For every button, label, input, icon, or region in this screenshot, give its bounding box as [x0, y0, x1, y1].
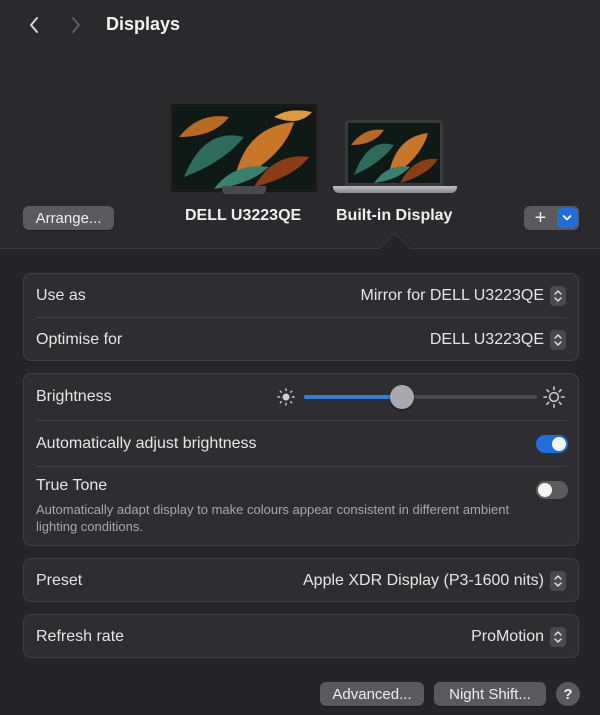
add-display-control[interactable]: +: [524, 206, 579, 230]
brightness-slider[interactable]: [304, 385, 537, 409]
up-down-chevron-icon: [550, 571, 566, 591]
true-tone-description: Automatically adapt display to make colo…: [36, 502, 510, 534]
optimise-for-select[interactable]: DELL U3223QE: [430, 330, 566, 350]
help-button[interactable]: ?: [556, 682, 580, 706]
refresh-rate-row: Refresh rate ProMotion: [24, 615, 580, 659]
external-display-stand: [222, 186, 266, 194]
up-down-chevron-icon: [550, 627, 566, 647]
preset-value: Apple XDR Display (P3-1600 nits): [303, 572, 544, 589]
preset-select[interactable]: Apple XDR Display (P3-1600 nits): [303, 571, 566, 591]
use-as-select[interactable]: Mirror for DELL U3223QE: [361, 286, 566, 306]
use-as-label: Use as: [36, 287, 86, 304]
page-title: Displays: [106, 14, 181, 34]
arrange-button[interactable]: Arrange...: [23, 206, 114, 230]
optimise-for-label: Optimise for: [36, 331, 123, 348]
chevron-down-icon: [562, 215, 572, 221]
chevron-right-icon: [72, 17, 80, 33]
auto-brightness-toggle[interactable]: [536, 435, 568, 453]
toggle-knob: [538, 483, 552, 497]
preset-row: Preset Apple XDR Display (P3-1600 nits): [24, 559, 580, 603]
chevron-left-icon: [30, 17, 38, 33]
brightness-high-icon: [543, 386, 565, 408]
auto-brightness-label: Automatically adjust brightness: [36, 434, 257, 452]
optimise-for-row: Optimise for DELL U3223QE: [24, 318, 580, 362]
built-in-display-thumbnail[interactable]: [345, 120, 443, 186]
external-display-thumbnail[interactable]: [171, 104, 317, 192]
advanced-button[interactable]: Advanced...: [320, 682, 424, 706]
brightness-group: Brightness Automatically adjust brightne…: [23, 373, 579, 546]
display-label-dell[interactable]: DELL U3223QE: [185, 207, 301, 225]
wallpaper-image: [348, 123, 440, 183]
brightness-label: Brightness: [36, 388, 112, 405]
add-display-menu-button[interactable]: [557, 208, 577, 228]
use-as-row: Use as Mirror for DELL U3223QE: [24, 274, 580, 318]
refresh-rate-value: ProMotion: [471, 628, 544, 645]
toggle-knob: [552, 437, 566, 451]
use-as-value: Mirror for DELL U3223QE: [360, 287, 544, 304]
back-button[interactable]: [22, 12, 46, 38]
auto-brightness-row: Automatically adjust brightness: [24, 421, 580, 466]
night-shift-button[interactable]: Night Shift...: [434, 682, 546, 706]
brightness-low-icon: [277, 388, 295, 406]
brightness-slider-thumb[interactable]: [389, 385, 414, 409]
optimise-for-value: DELL U3223QE: [429, 331, 544, 348]
display-mode-group: Use as Mirror for DELL U3223QE Optimise …: [23, 273, 579, 361]
refresh-rate-group: Refresh rate ProMotion: [23, 614, 579, 658]
up-down-chevron-icon: [550, 286, 566, 306]
brightness-slider-fill: [304, 395, 402, 399]
preset-group: Preset Apple XDR Display (P3-1600 nits): [23, 558, 579, 602]
refresh-rate-label: Refresh rate: [36, 628, 125, 645]
true-tone-toggle[interactable]: [536, 481, 568, 499]
forward-button[interactable]: [64, 12, 88, 38]
laptop-base: [333, 186, 457, 193]
display-label-built-in[interactable]: Built-in Display: [336, 207, 452, 225]
preset-label: Preset: [36, 572, 83, 589]
toolbar: Displays: [0, 0, 600, 52]
refresh-rate-select[interactable]: ProMotion: [471, 627, 566, 647]
up-down-chevron-icon: [550, 330, 566, 350]
true-tone-label: True Tone: [36, 477, 108, 494]
wallpaper-image: [174, 107, 314, 189]
add-display-button[interactable]: +: [524, 206, 557, 230]
